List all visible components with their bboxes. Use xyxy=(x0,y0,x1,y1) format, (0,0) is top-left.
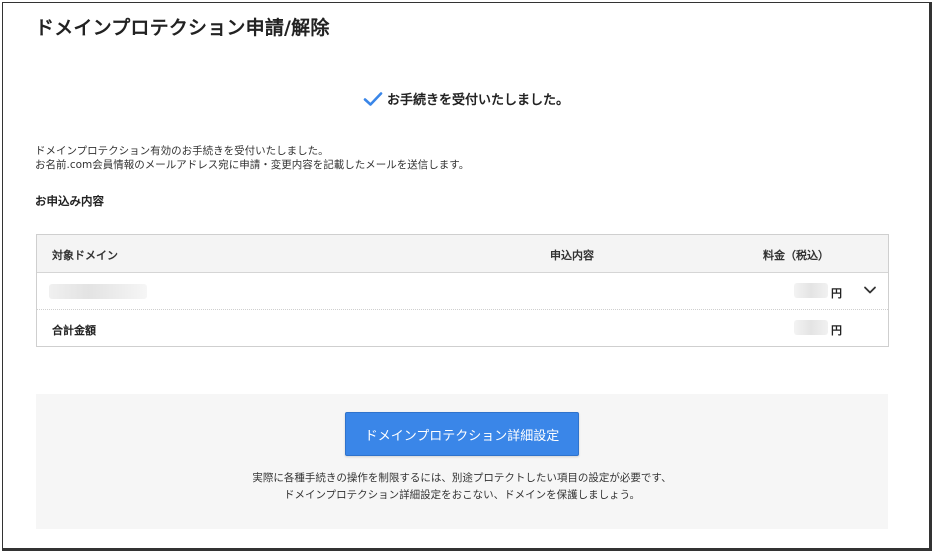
detail-settings-button[interactable]: ドメインプロテクション詳細設定 xyxy=(345,412,579,456)
total-label: 合計金額 xyxy=(52,324,96,337)
chevron-down-icon[interactable] xyxy=(863,285,877,295)
note-line-1: 実際に各種手続きの操作を制限するには、別途プロテクトしたい項目の設定が必要です、 xyxy=(252,472,672,484)
total-price-unit: 円 xyxy=(831,324,842,337)
price-unit: 円 xyxy=(831,287,842,300)
note-line-2: ドメインプロテクション詳細設定をおこない、ドメインを保護しましょう。 xyxy=(283,489,641,501)
redacted-domain xyxy=(49,284,147,299)
table-header: 対象ドメイン 申込内容 料金（税込） xyxy=(37,235,888,273)
column-header-content: 申込内容 xyxy=(550,249,594,262)
main-panel: ドメインプロテクション申請/解除 お手続きを受付いたしました。 ドメインプロテク… xyxy=(2,2,932,551)
total-row: 合計金額 円 xyxy=(37,310,888,346)
redacted-total-price xyxy=(794,320,828,335)
info-text: ドメインプロテクション有効のお手続きを受付いたしました。 お名前.com会員情報… xyxy=(35,144,469,172)
detail-settings-note: 実際に各種手続きの操作を制限するには、別途プロテクトしたい項目の設定が必要です、… xyxy=(36,470,888,504)
redacted-price xyxy=(794,283,828,298)
order-table: 対象ドメイン 申込内容 料金（税込） 円 合計金額 円 xyxy=(36,234,889,347)
page-title: ドメインプロテクション申請/解除 xyxy=(35,17,330,39)
detail-settings-panel: ドメインプロテクション詳細設定 実際に各種手続きの操作を制限するには、別途プロテ… xyxy=(36,394,888,529)
order-section-title: お申込み内容 xyxy=(35,194,104,208)
check-icon xyxy=(363,91,383,106)
completion-text: お手続きを受付いたしました。 xyxy=(386,93,569,108)
column-header-domain: 対象ドメイン xyxy=(52,249,118,262)
column-header-price: 料金（税込） xyxy=(763,249,829,262)
info-line-1: ドメインプロテクション有効のお手続きを受付いたしました。 xyxy=(35,145,329,157)
table-row[interactable]: 円 xyxy=(37,273,888,310)
completion-message: お手続きを受付いたしました。 xyxy=(3,89,929,108)
info-line-2: お名前.com会員情報のメールアドレス宛に申請・変更内容を記載したメールを送信し… xyxy=(35,159,470,171)
